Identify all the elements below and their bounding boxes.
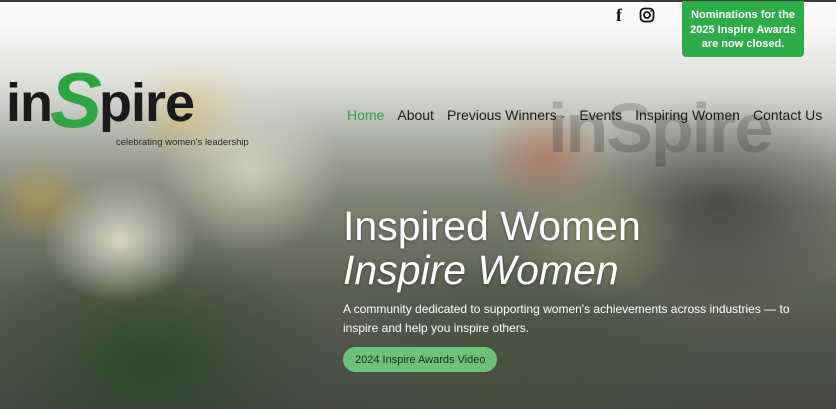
chevron-down-icon: ⌄ [559, 110, 567, 120]
nav-item-inspiring-women[interactable]: Inspiring Women [635, 107, 740, 123]
hero-subtitle-line: inspire and help you inspire others. [343, 321, 530, 335]
site-logo[interactable]: in Spire celebrating women's leadership [6, 56, 249, 148]
facebook-icon[interactable]: f [610, 6, 628, 24]
notice-line: 2025 Inspire Awards [690, 23, 796, 36]
hero-title-line: Inspired Women [343, 203, 641, 249]
awards-video-button[interactable]: 2024 Inspire Awards Video [343, 347, 498, 372]
hero-title: Inspired Women Inspire Women [343, 204, 641, 292]
nominations-notice[interactable]: Nominations for the 2025 Inspire Awards … [682, 1, 804, 57]
logo-wordmark: in Spire [6, 56, 195, 144]
notice-line: Nominations for the [691, 9, 795, 21]
hero-subtitle: A community dedicated to supporting wome… [343, 300, 813, 338]
hero-title-line: Inspire Women [343, 247, 619, 293]
nav-item-about[interactable]: About [397, 107, 434, 123]
social-links: f [610, 6, 656, 24]
nav-item-home[interactable]: Home [347, 107, 384, 123]
main-nav: Home About Previous Winners ⌄ Events Insp… [347, 107, 822, 123]
notice-line: are now closed. [701, 38, 785, 50]
hero-subtitle-line: A community dedicated to supporting wome… [343, 302, 790, 316]
logo-tagline: celebrating women's leadership [116, 137, 249, 148]
nav-item-previous-winners[interactable]: Previous Winners ⌄ [447, 107, 566, 123]
instagram-icon[interactable] [638, 6, 656, 24]
nav-item-events[interactable]: Events [579, 107, 622, 123]
nav-item-contact-us[interactable]: Contact Us [753, 107, 822, 123]
